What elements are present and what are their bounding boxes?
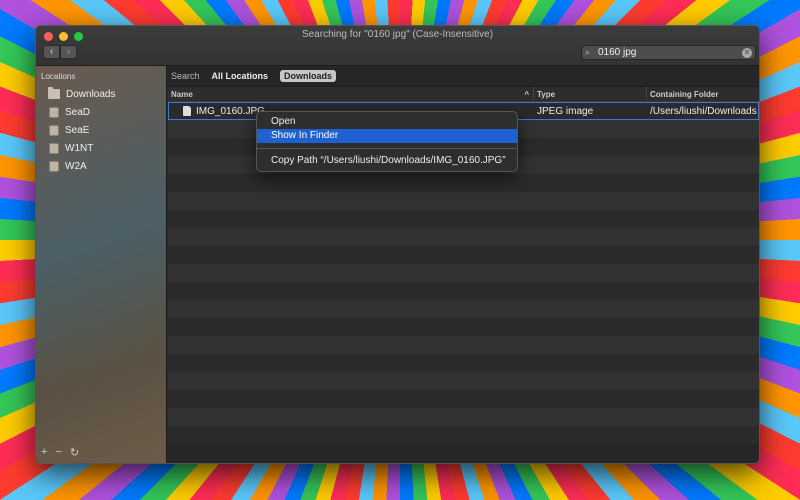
document-icon [183, 106, 191, 116]
empty-row [168, 210, 759, 228]
sidebar: Locations Downloads SeaD SeaE W1NT W2A +… [36, 66, 167, 463]
column-type[interactable]: Type [534, 87, 647, 101]
sidebar-item-label: SeaE [65, 124, 90, 136]
drive-icon [49, 160, 59, 172]
sidebar-item-label: W1NT [65, 142, 94, 154]
sidebar-item-w2a[interactable]: W2A [36, 157, 166, 175]
column-name[interactable]: Name ^ [168, 87, 534, 101]
sidebar-item-label: SeaD [65, 106, 91, 118]
menu-item-open[interactable]: Open [257, 115, 517, 129]
empty-row [168, 264, 759, 282]
drive-icon [49, 142, 59, 154]
scope-label: Search [171, 71, 200, 81]
forward-button[interactable]: › [60, 45, 77, 59]
search-field[interactable]: ⌕ ✕ [581, 45, 756, 60]
empty-row [168, 174, 759, 192]
empty-row [168, 318, 759, 336]
empty-row [168, 228, 759, 246]
scope-all-locations[interactable]: All Locations [208, 70, 273, 82]
sidebar-item-seae[interactable]: SeaE [36, 121, 166, 139]
menu-separator [257, 148, 517, 149]
clear-search-icon[interactable]: ✕ [742, 47, 752, 58]
empty-row [168, 390, 759, 408]
empty-row [168, 336, 759, 354]
drive-icon [49, 106, 59, 118]
column-folder-label: Containing Folder [650, 89, 719, 99]
back-button[interactable]: ‹ [43, 45, 60, 59]
empty-row [168, 300, 759, 318]
empty-row [168, 282, 759, 300]
empty-row [168, 246, 759, 264]
search-input[interactable] [598, 47, 742, 58]
sidebar-item-label: W2A [65, 160, 87, 172]
column-containing-folder[interactable]: Containing Folder [647, 87, 759, 101]
empty-row [168, 192, 759, 210]
scope-downloads[interactable]: Downloads [280, 70, 337, 82]
search-icon[interactable]: ⌕ [585, 47, 598, 58]
title-bar: Searching for "0160 jpg" (Case-Insensiti… [36, 26, 759, 66]
sidebar-item-downloads[interactable]: Downloads [36, 85, 166, 103]
result-type: JPEG image [537, 105, 594, 117]
menu-item-show-in-finder[interactable]: Show In Finder [257, 129, 517, 143]
sort-ascending-icon: ^ [524, 89, 529, 99]
navigation-buttons: ‹ › [43, 45, 77, 59]
result-name: IMG_0160.JPG [196, 105, 265, 117]
sidebar-item-sead[interactable]: SeaD [36, 103, 166, 121]
result-folder: /Users/liushi/Downloads [650, 105, 757, 117]
drive-icon [49, 124, 59, 136]
refresh-icon[interactable]: ↻ [70, 446, 79, 459]
column-header: Name ^ Type Containing Folder [168, 86, 759, 102]
scope-bar: Search All Locations Downloads [168, 66, 759, 86]
empty-row [168, 408, 759, 426]
remove-location-button[interactable]: − [55, 446, 61, 459]
sidebar-footer: + − ↻ [41, 446, 79, 459]
sidebar-item-label: Downloads [66, 88, 116, 100]
column-type-label: Type [537, 89, 556, 99]
empty-row [168, 372, 759, 390]
empty-row [168, 354, 759, 372]
sidebar-item-w1nt[interactable]: W1NT [36, 139, 166, 157]
context-menu: Open Show In Finder Copy Path “/Users/li… [256, 111, 518, 172]
add-location-button[interactable]: + [41, 446, 47, 459]
sidebar-header: Locations [41, 72, 76, 81]
folder-icon [48, 87, 60, 99]
app-window: Searching for "0160 jpg" (Case-Insensiti… [35, 25, 760, 464]
empty-row [168, 426, 759, 444]
column-name-label: Name [171, 89, 193, 99]
window-title: Searching for "0160 jpg" (Case-Insensiti… [301, 29, 494, 40]
menu-item-copy-path[interactable]: Copy Path “/Users/liushi/Downloads/IMG_0… [257, 154, 517, 168]
